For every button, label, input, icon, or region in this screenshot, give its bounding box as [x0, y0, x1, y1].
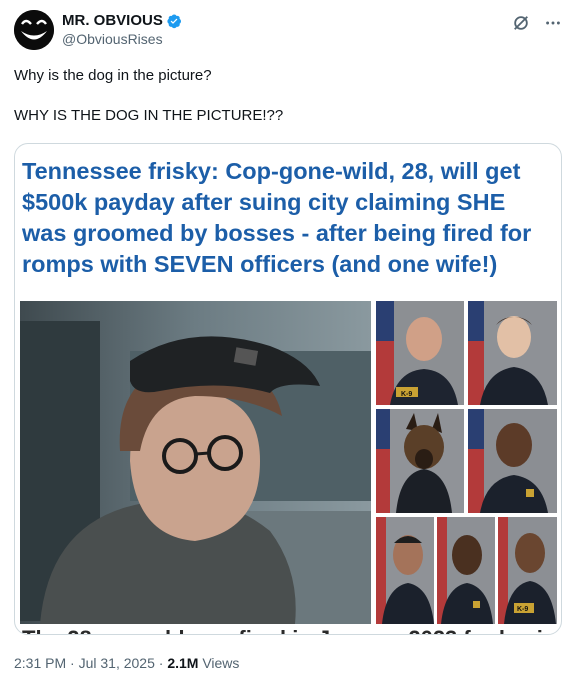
display-name[interactable]: MR. OBVIOUS [62, 11, 163, 30]
officer-photo [376, 517, 434, 624]
more-icon[interactable] [544, 14, 562, 32]
tweet-text-line: WHY IS THE DOG IN THE PICTURE!?? [14, 107, 284, 124]
timestamp[interactable]: 2:31 PM · Jul 31, 2025 · [14, 655, 167, 671]
officer-photo [468, 409, 557, 513]
article-headline: Tennessee frisky: Cop-gone-wild, 28, wil… [22, 158, 532, 277]
officer-photo: K-9 [498, 517, 557, 624]
officer-photo [468, 301, 557, 405]
media-card[interactable]: Tennessee frisky: Cop-gone-wild, 28, wil… [14, 143, 562, 635]
author-block: MR. OBVIOUS @ObviousRises [62, 11, 182, 49]
tweet-meta: 2:31 PM · Jul 31, 2025 · 2.1M Views [14, 654, 239, 672]
officer-photo [437, 517, 495, 624]
handle[interactable]: @ObviousRises [62, 30, 182, 49]
verified-badge-icon [167, 14, 181, 28]
tweet-text-line: Why is the dog in the picture? [14, 67, 212, 84]
grok-icon[interactable] [512, 14, 530, 32]
woman-in-cap-photo [20, 301, 371, 624]
article-body-cut: The 28-year-old was fired in January 202… [22, 626, 561, 634]
views-label: Views [198, 655, 240, 671]
avatar-smile-face [14, 10, 54, 50]
avatar[interactable] [14, 10, 54, 50]
k9-label: K-9 [517, 606, 528, 613]
k9-label: K-9 [401, 391, 412, 398]
k9-dog-photo [376, 409, 464, 513]
display-name-row[interactable]: MR. OBVIOUS [62, 11, 182, 30]
officer-photo: K-9 [376, 301, 464, 405]
tweet-header: MR. OBVIOUS @ObviousRises [14, 10, 562, 50]
header-actions [512, 14, 562, 32]
views-count: 2.1M [167, 655, 199, 671]
tweet-text: Why is the dog in the picture? WHY IS TH… [14, 66, 562, 146]
officer-photo-grid: K-9 K-9 [376, 301, 557, 624]
